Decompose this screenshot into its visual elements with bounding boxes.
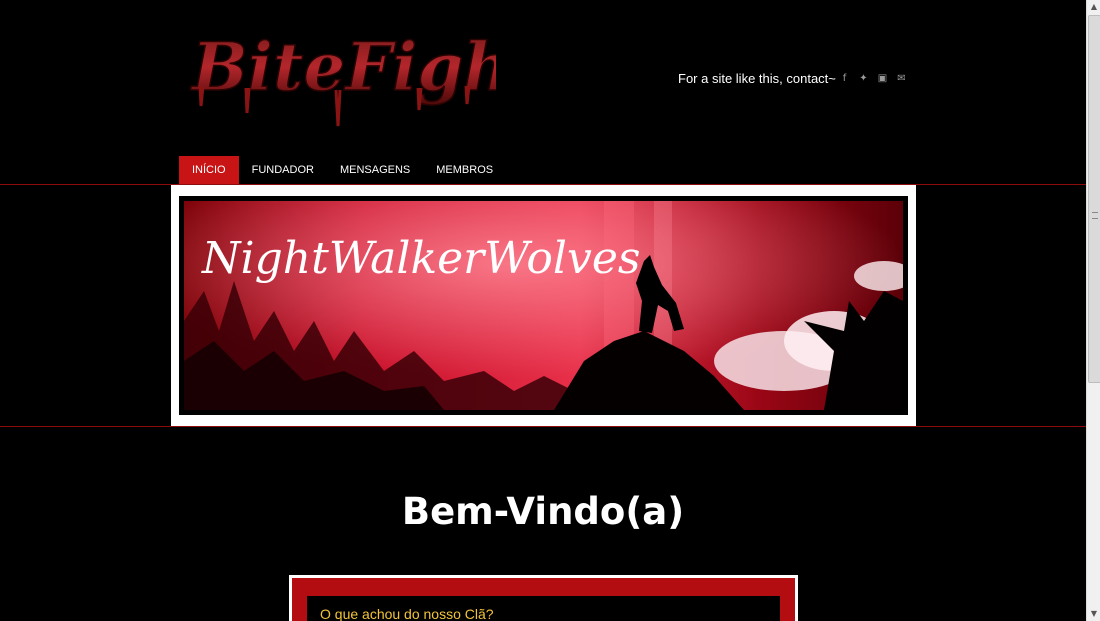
logo-text: BiteFight [190,28,496,106]
nav-item-membros[interactable]: MEMBROS [423,156,506,184]
main-nav: INÍCIO FUNDADOR MENSAGENS MEMBROS [179,156,506,184]
site-logo[interactable]: BiteFight [186,18,496,128]
scroll-down-arrow-icon[interactable]: ▼ [1087,607,1100,621]
twitter-icon[interactable]: ✦ [857,72,870,85]
facebook-icon[interactable]: f [838,72,851,85]
social-links: f ✦ ▣ ✉ [838,72,908,85]
banner-divider [0,426,1086,427]
mail-icon[interactable]: ✉ [895,72,908,85]
nav-item-mensagens[interactable]: MENSAGENS [327,156,423,184]
scrollbar-thumb[interactable] [1088,15,1100,383]
wolf-landscape-illustration: NightWalkerWolves [184,201,903,410]
poll-question: O que achou do nosso Clã? [320,606,494,621]
nav-item-inicio[interactable]: INÍCIO [179,156,239,184]
vertical-scrollbar[interactable]: ▲ ▼ [1086,0,1100,621]
page: BiteFight For a site like this, contact~… [0,0,1086,621]
welcome-heading: Bem-Vindo(a) [401,490,685,533]
youtube-icon[interactable]: ▣ [876,72,889,85]
contact-text: For a site like this, contact~ [678,71,836,86]
banner-image: NightWalkerWolves [184,201,903,410]
scroll-up-arrow-icon[interactable]: ▲ [1087,0,1100,14]
nav-item-fundador[interactable]: FUNDADOR [239,156,327,184]
bitefight-logo-image: BiteFight [189,27,496,127]
banner-title: NightWalkerWolves [201,233,640,284]
